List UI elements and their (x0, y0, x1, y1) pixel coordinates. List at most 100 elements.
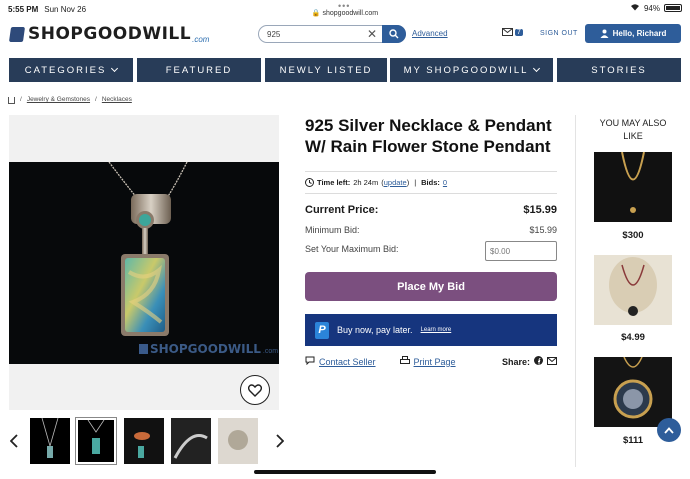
thumbnail[interactable] (218, 418, 258, 464)
time-left-label: Time left: (317, 178, 351, 187)
nav-my-shopgoodwill[interactable]: MY SHOPGOODWILL (390, 58, 553, 82)
minimum-bid-row: Minimum Bid: $15.99 (305, 225, 557, 235)
account-button[interactable]: Hello, Richard (585, 24, 681, 43)
print-page-link[interactable]: Print Page (414, 357, 456, 367)
watermark: SHOPGOODWILL .com (139, 342, 278, 356)
share-label: Share: (501, 356, 530, 367)
nav-stories-label: STORIES (591, 64, 647, 76)
current-price-label: Current Price: (305, 204, 379, 216)
nav-featured[interactable]: FEATURED (137, 58, 261, 82)
search-input[interactable]: 925 ✕ (258, 25, 406, 43)
chevron-up-icon (664, 426, 674, 434)
recommended-item[interactable] (594, 151, 672, 222)
breadcrumb-jewelry[interactable]: Jewelry & Gemstones (27, 96, 90, 103)
thumbnail[interactable] (30, 417, 70, 464)
search-icon (389, 29, 399, 39)
product-title: 925 Silver Necklace & Pendant W/ Rain Fl… (305, 116, 552, 156)
mail-button[interactable]: 7 (502, 28, 523, 36)
chat-icon (305, 356, 315, 367)
facebook-icon[interactable] (534, 356, 543, 367)
watermark-text: SHOPGOODWILL (150, 342, 261, 356)
watermark-logo-icon (139, 344, 148, 354)
place-bid-button[interactable]: Place My Bid (305, 272, 557, 301)
thumbnail-selected[interactable] (75, 417, 117, 465)
greeting-text: Hello, Richard (612, 29, 667, 38)
product-actions: Contact Seller Print Page Share: (305, 356, 557, 367)
printer-icon (399, 356, 410, 367)
thumbnail[interactable] (124, 418, 164, 464)
current-price-row: Current Price: $15.99 (305, 204, 557, 216)
nav-my-shopgoodwill-label: MY SHOPGOODWILL (403, 64, 529, 76)
prev-thumbnail-arrow-icon[interactable] (9, 434, 18, 453)
main-nav: CATEGORIES FEATURED NEWLY LISTED MY SHOP… (0, 58, 690, 82)
recommended-price: $300 (622, 230, 644, 241)
bids-count-link[interactable]: 0 (443, 178, 447, 187)
chevron-down-icon (533, 64, 541, 73)
max-bid-label: Set Your Maximum Bid: (305, 244, 399, 254)
search-button[interactable] (382, 25, 406, 43)
product-photo[interactable]: SHOPGOODWILL .com (9, 162, 279, 364)
advanced-search-link[interactable]: Advanced (412, 29, 448, 38)
nav-newly-listed-label: NEWLY LISTED (279, 64, 373, 76)
clear-search-icon[interactable]: ✕ (367, 27, 377, 41)
nav-newly-listed[interactable]: NEWLY LISTED (265, 58, 387, 82)
status-right: 94% (630, 3, 682, 13)
current-price-value: $15.99 (523, 204, 557, 216)
home-icon[interactable] (8, 97, 15, 104)
thumbnail[interactable] (171, 418, 211, 464)
mail-count-badge: 7 (515, 28, 523, 36)
nav-featured-label: FEATURED (165, 64, 233, 76)
scroll-to-top-button[interactable] (657, 418, 681, 442)
url-bar[interactable]: 🔒 shopgoodwill.com (0, 9, 690, 17)
max-bid-row: Set Your Maximum Bid: $0.00 (305, 241, 557, 261)
chevron-down-icon (111, 64, 119, 73)
logo-text: SHOPGOODWILL (28, 24, 192, 44)
battery-icon (664, 4, 682, 12)
breadcrumb-necklaces[interactable]: Necklaces (102, 96, 132, 103)
paypal-banner[interactable]: P Buy now, pay later. Learn more (305, 314, 557, 346)
time-left-value: 2h 24m (353, 178, 379, 187)
divider (305, 171, 557, 172)
home-indicator[interactable] (254, 470, 436, 474)
site-logo[interactable]: SHOPGOODWILL .com (8, 24, 210, 44)
pendant-image (108, 162, 188, 336)
nav-categories[interactable]: CATEGORIES (9, 58, 133, 82)
logo-suffix: .com (192, 34, 210, 44)
divider (305, 193, 557, 194)
email-share-icon[interactable] (547, 356, 557, 367)
favorite-button[interactable] (240, 375, 270, 405)
site-header: SHOPGOODWILL .com 925 ✕ Advanced 7 SIGN … (0, 18, 690, 56)
bids-label: Bids: (421, 178, 440, 187)
logo-bag-icon (8, 26, 26, 42)
update-link[interactable]: update (384, 178, 407, 187)
contact-seller-link[interactable]: Contact Seller (319, 357, 376, 367)
mail-icon (502, 28, 513, 36)
minimum-bid-value: $15.99 (529, 225, 557, 235)
heart-icon (248, 383, 262, 397)
time-left-row: Time left: 2h 24m (update) | Bids: 0 (305, 178, 557, 187)
you-may-also-like-sidebar: YOU MAY ALSO LIKE $300 $4.99 $111 (575, 115, 690, 467)
paypal-text: Buy now, pay later. (337, 325, 413, 335)
recommended-price: $4.99 (621, 332, 645, 343)
clock-icon (305, 178, 314, 187)
minimum-bid-label: Minimum Bid: (305, 225, 360, 235)
breadcrumb: / Jewelry & Gemstones / Necklaces (8, 95, 132, 104)
url-text: shopgoodwill.com (322, 10, 379, 17)
product-image-panel: SHOPGOODWILL .com (9, 115, 279, 410)
next-thumbnail-arrow-icon[interactable] (276, 434, 285, 453)
thumbnail-strip (8, 417, 293, 468)
nav-categories-label: CATEGORIES (24, 64, 107, 76)
nav-stories[interactable]: STORIES (557, 58, 681, 82)
recommended-item[interactable] (594, 255, 672, 325)
max-bid-input[interactable]: $0.00 (485, 241, 557, 261)
status-bar: 5:55 PM Sun Nov 26 ••• 🔒 shopgoodwill.co… (0, 0, 690, 18)
paypal-learn-more-link[interactable]: Learn more (421, 327, 452, 333)
wifi-icon (630, 3, 640, 13)
sidebar-heading: YOU MAY ALSO LIKE (599, 118, 667, 141)
watermark-suffix: .com (262, 348, 279, 355)
sign-out-link[interactable]: SIGN OUT (540, 30, 578, 37)
recommended-item[interactable] (594, 356, 672, 427)
lock-icon: 🔒 (311, 10, 321, 17)
battery-percent: 94% (643, 3, 660, 13)
product-details: 925 Silver Necklace & Pendant W/ Rain Fl… (305, 115, 557, 367)
